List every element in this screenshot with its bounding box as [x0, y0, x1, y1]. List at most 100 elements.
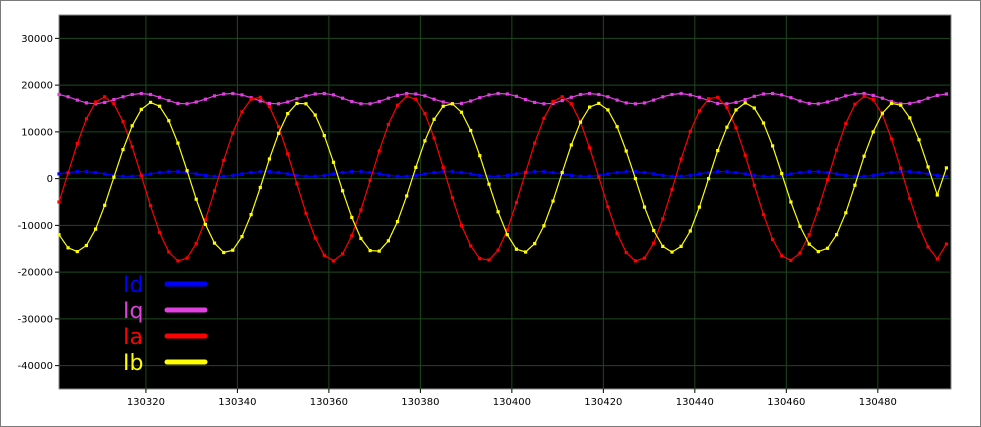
y-tick-label: -30000 [18, 314, 53, 325]
data-point-ia [377, 149, 381, 153]
data-point-ib [679, 244, 683, 248]
data-point-id [880, 172, 884, 176]
data-point-iq [432, 97, 436, 101]
data-point-ib [212, 241, 217, 245]
data-point-iq [84, 101, 88, 105]
y-tick-label: 0 [47, 174, 53, 185]
data-point-ia [633, 259, 637, 263]
data-point-iq [560, 99, 564, 103]
data-point-iq [57, 92, 61, 97]
data-point-ib [121, 148, 125, 152]
x-tick-label: 130420 [584, 397, 622, 408]
data-point-ib [899, 103, 903, 107]
data-point-id [743, 172, 747, 176]
data-point-ia [249, 97, 253, 101]
data-point-iq [652, 98, 656, 102]
y-tick-label: -20000 [18, 268, 53, 279]
data-point-ib [441, 104, 445, 108]
data-point-iq [212, 94, 217, 98]
data-point-ia [789, 258, 793, 262]
data-point-ib [578, 120, 583, 124]
data-point-iq [679, 91, 683, 96]
data-point-ia [148, 204, 153, 208]
data-point-ib [267, 157, 271, 161]
data-point-ia [624, 250, 628, 255]
data-point-ib [277, 131, 281, 135]
data-point-iq [725, 102, 729, 106]
data-point-id [496, 174, 500, 178]
data-point-id [825, 170, 830, 175]
data-point-ia [459, 223, 464, 227]
data-point-iq [313, 92, 317, 96]
x-tick-label: 130460 [767, 397, 805, 408]
data-point-iq [359, 102, 363, 106]
data-point-ia [277, 125, 281, 129]
data-point-iq [524, 98, 528, 102]
data-point-id [551, 170, 555, 175]
data-point-id [469, 172, 473, 176]
data-point-id [578, 174, 583, 178]
data-point-ia [112, 102, 116, 106]
data-point-ia [240, 110, 244, 114]
data-point-ia [450, 196, 454, 200]
data-point-ib [935, 193, 939, 197]
data-point-iq [880, 96, 884, 100]
data-point-id [917, 170, 921, 175]
data-point-id [935, 173, 939, 177]
data-point-ia [944, 242, 948, 246]
data-point-ia [771, 237, 775, 241]
y-tick-label: 10000 [21, 127, 53, 138]
data-point-iq [487, 93, 491, 97]
data-point-id [212, 174, 217, 178]
data-point-ia [94, 100, 98, 104]
x-tick-label: 130480 [859, 397, 897, 408]
data-point-ib [597, 101, 601, 105]
data-point-ib [331, 160, 336, 164]
data-point-ia [130, 145, 134, 149]
data-point-id [84, 170, 88, 174]
data-point-iq [835, 97, 839, 101]
data-point-ia [844, 121, 848, 126]
data-point-ia [707, 97, 711, 101]
data-point-id [377, 172, 381, 176]
data-point-ib [75, 250, 79, 254]
data-point-id [240, 172, 244, 176]
data-point-ib [697, 205, 701, 209]
data-point-id [761, 174, 766, 178]
data-point-id [478, 173, 482, 177]
data-point-ia [862, 94, 866, 98]
data-point-id [606, 172, 610, 176]
data-point-ib [688, 229, 692, 233]
data-point-ia [597, 175, 601, 179]
data-point-iq [240, 93, 244, 97]
x-tick-label: 130380 [401, 397, 439, 408]
data-point-iq [139, 91, 143, 96]
data-point-iq [423, 94, 427, 98]
data-point-ia [615, 231, 619, 235]
data-point-ib [652, 228, 656, 233]
data-point-iq [661, 95, 665, 99]
data-point-iq [926, 96, 930, 100]
data-point-ib [524, 250, 528, 254]
data-point-id [871, 173, 875, 177]
data-point-ib [560, 170, 564, 175]
data-point-ib [395, 220, 400, 224]
data-point-ia [752, 183, 756, 187]
data-point-id [908, 170, 912, 174]
data-point-ib [222, 250, 226, 255]
data-point-ia [295, 182, 299, 186]
data-point-ia [441, 165, 445, 169]
data-point-id [844, 173, 848, 177]
data-point-id [716, 170, 720, 174]
data-point-id [203, 173, 207, 177]
data-point-iq [853, 92, 857, 96]
data-point-ib [789, 200, 793, 204]
data-point-id [679, 174, 683, 178]
data-point-ib [295, 101, 299, 105]
data-point-ib [304, 102, 308, 106]
data-point-id [331, 172, 336, 176]
data-point-ib [588, 105, 592, 109]
data-point-ia [807, 233, 811, 237]
y-tick-label: 20000 [21, 81, 53, 92]
data-point-iq [908, 101, 912, 105]
